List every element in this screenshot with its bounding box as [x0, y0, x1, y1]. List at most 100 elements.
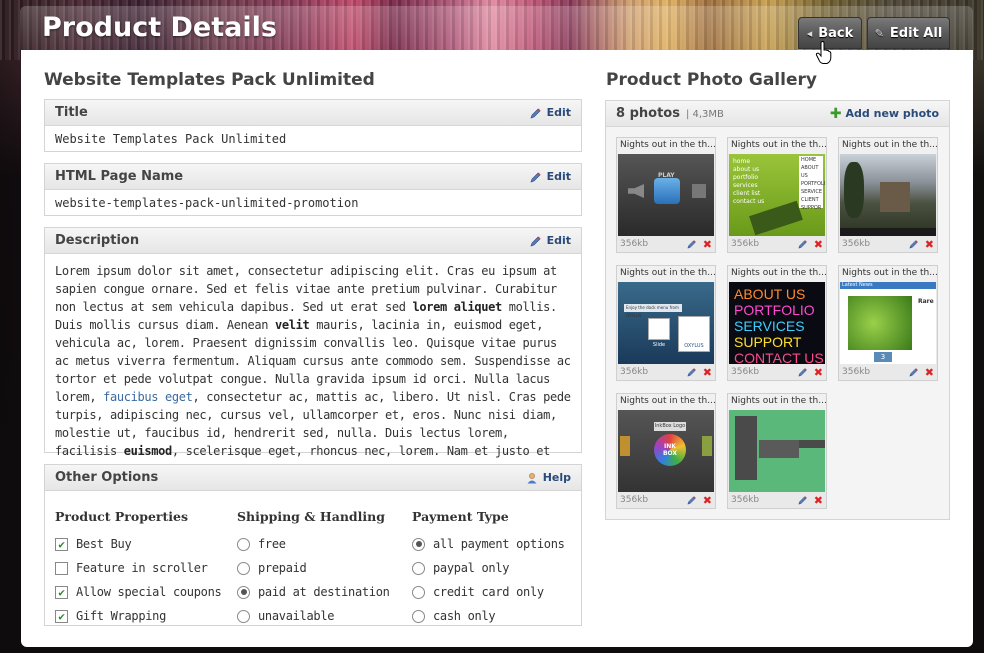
- delete-icon[interactable]: ✖: [925, 366, 934, 379]
- delete-icon[interactable]: ✖: [814, 238, 823, 251]
- product-properties-column: Product Properties ✔ Best Buy Feature in s…: [55, 509, 222, 628]
- photo-caption: Nights out in the th...: [617, 138, 715, 154]
- radio-label: cash only: [433, 609, 496, 623]
- photo-thumbnail[interactable]: Nights out in the th... Latest News Rare…: [838, 265, 938, 381]
- description-edit-link[interactable]: Edit: [530, 234, 571, 247]
- page-name-box: HTML Page Name Edit website-templates-pa…: [44, 163, 582, 216]
- radio-button[interactable]: [412, 537, 425, 551]
- radio-label: free: [258, 537, 286, 551]
- photo-image[interactable]: ABOUT US PORTFOLIO SERVICES SUPPORT CONTACT …: [729, 282, 825, 364]
- radio-button[interactable]: [237, 585, 250, 599]
- add-photo-label: Add new photo: [845, 107, 939, 120]
- radio-button[interactable]: [412, 561, 425, 575]
- checkbox[interactable]: [55, 561, 68, 575]
- radio-button[interactable]: [412, 585, 425, 599]
- back-arrow-icon: ◂: [806, 26, 813, 40]
- shipping-heading: Shipping & Handling: [237, 509, 385, 524]
- description-box-label: Description: [55, 233, 140, 248]
- content-panel: Website Templates Pack Unlimited Title E…: [21, 50, 973, 647]
- delete-icon[interactable]: ✖: [703, 494, 712, 507]
- option-row[interactable]: ✔ Allow special coupons: [55, 580, 222, 604]
- pencil-icon[interactable]: [687, 495, 697, 505]
- product-properties-heading: Product Properties: [55, 509, 189, 524]
- page-name-edit-link[interactable]: Edit: [530, 170, 571, 183]
- payment-heading: Payment Type: [412, 509, 509, 524]
- pencil-icon[interactable]: [909, 367, 919, 377]
- delete-icon[interactable]: ✖: [925, 238, 934, 251]
- option-row[interactable]: unavailable: [237, 604, 390, 628]
- photo-thumbnail[interactable]: Nights out in the th... Enjoy the dock m…: [616, 265, 716, 381]
- edit-all-button-label: Edit All: [889, 25, 943, 41]
- delete-icon[interactable]: ✖: [814, 366, 823, 379]
- other-options-label: Other Options: [55, 470, 159, 485]
- delete-icon[interactable]: ✖: [703, 366, 712, 379]
- edit-all-button[interactable]: ✎ Edit All: [867, 17, 950, 49]
- title-value: Website Templates Pack Unlimited: [55, 132, 287, 146]
- page-name-value: website-templates-pack-unlimited-promoti…: [55, 196, 359, 210]
- photo-image[interactable]: Enjoy the dock menu from OXYLUS OXYLUS S…: [618, 282, 714, 364]
- add-photo-link[interactable]: ✚ Add new photo: [830, 106, 939, 122]
- pencil-icon[interactable]: [798, 239, 808, 249]
- radio-label: paypal only: [433, 561, 510, 575]
- option-row[interactable]: all payment options: [412, 532, 565, 556]
- photo-thumbnail[interactable]: Nights out in the th... InkBox Logo INK …: [616, 393, 716, 509]
- photo-caption: Nights out in the th...: [839, 266, 937, 282]
- page-name-box-label: HTML Page Name: [55, 169, 184, 184]
- option-row[interactable]: paypal only: [412, 556, 565, 580]
- title-edit-link[interactable]: Edit: [530, 106, 571, 119]
- photo-image[interactable]: home about us portfolio services client list…: [729, 154, 825, 236]
- photo-thumbnail[interactable]: Nights out in the th... ABOUT US PORTFOLI…: [727, 265, 827, 381]
- description-link[interactable]: faucibus eget: [103, 390, 193, 404]
- gallery-heading: Product Photo Gallery: [606, 70, 817, 90]
- photo-image[interactable]: Latest News Rare 3: [840, 282, 936, 364]
- checkbox[interactable]: ✔: [55, 537, 68, 551]
- radio-button[interactable]: [412, 609, 425, 623]
- photo-count: 8 photos: [616, 106, 680, 121]
- photo-size: 356kb: [620, 239, 649, 249]
- pencil-icon[interactable]: [687, 239, 697, 249]
- photo-thumbnail[interactable]: Nights out in the th... PLAY 356kb ✖: [616, 137, 716, 253]
- pencil-icon[interactable]: [687, 367, 697, 377]
- option-row[interactable]: cash only: [412, 604, 565, 628]
- option-row[interactable]: paid at destination: [237, 580, 390, 604]
- description-box: Description Edit Lorem ipsum dolor sit a…: [44, 227, 582, 476]
- pencil-icon: [530, 171, 541, 182]
- radio-button[interactable]: [237, 609, 250, 623]
- photo-image[interactable]: InkBox Logo INK BOX: [618, 410, 714, 492]
- option-row[interactable]: free: [237, 532, 390, 556]
- radio-button[interactable]: [237, 537, 250, 551]
- photo-image[interactable]: [729, 410, 825, 492]
- photo-thumbnail[interactable]: Nights out in the th... 356kb ✖: [727, 393, 827, 509]
- pencil-icon[interactable]: [909, 239, 919, 249]
- delete-icon[interactable]: ✖: [814, 494, 823, 507]
- pencil-icon: [530, 107, 541, 118]
- pencil-icon[interactable]: [798, 367, 808, 377]
- delete-icon[interactable]: ✖: [703, 238, 712, 251]
- photo-image[interactable]: PLAY: [618, 154, 714, 236]
- checkbox-label: Allow special coupons: [76, 585, 222, 599]
- photo-caption: Nights out in the th...: [617, 394, 715, 410]
- radio-label: unavailable: [258, 609, 335, 623]
- radio-label: all payment options: [433, 537, 565, 551]
- option-row[interactable]: ✔ Best Buy: [55, 532, 221, 556]
- checkbox[interactable]: ✔: [55, 609, 68, 623]
- back-button-label: Back: [818, 25, 854, 41]
- photo-size: 356kb: [842, 367, 871, 377]
- photo-image[interactable]: [840, 154, 936, 236]
- radio-button[interactable]: [237, 561, 250, 575]
- photo-caption: Nights out in the th...: [617, 266, 715, 282]
- description-text: Lorem ipsum dolor sit amet, consectetur …: [55, 264, 571, 476]
- photo-size: 356kb: [620, 367, 649, 377]
- option-row[interactable]: Feature in scroller: [55, 556, 221, 580]
- payment-column: Payment Type all payment options paypal o…: [412, 509, 565, 628]
- checkbox[interactable]: ✔: [55, 585, 68, 599]
- option-row[interactable]: prepaid: [237, 556, 390, 580]
- photo-thumbnail[interactable]: Nights out in the th... home about us port…: [727, 137, 827, 253]
- pencil-icon[interactable]: [798, 495, 808, 505]
- help-link[interactable]: Help: [526, 471, 571, 484]
- description-edit-label: Edit: [546, 234, 571, 247]
- option-row[interactable]: ✔ Gift Wrapping: [55, 604, 221, 628]
- photo-thumbnail[interactable]: Nights out in the th... 356kb ✖: [838, 137, 938, 253]
- option-row[interactable]: credit card only: [412, 580, 565, 604]
- radio-label: paid at destination: [258, 585, 390, 599]
